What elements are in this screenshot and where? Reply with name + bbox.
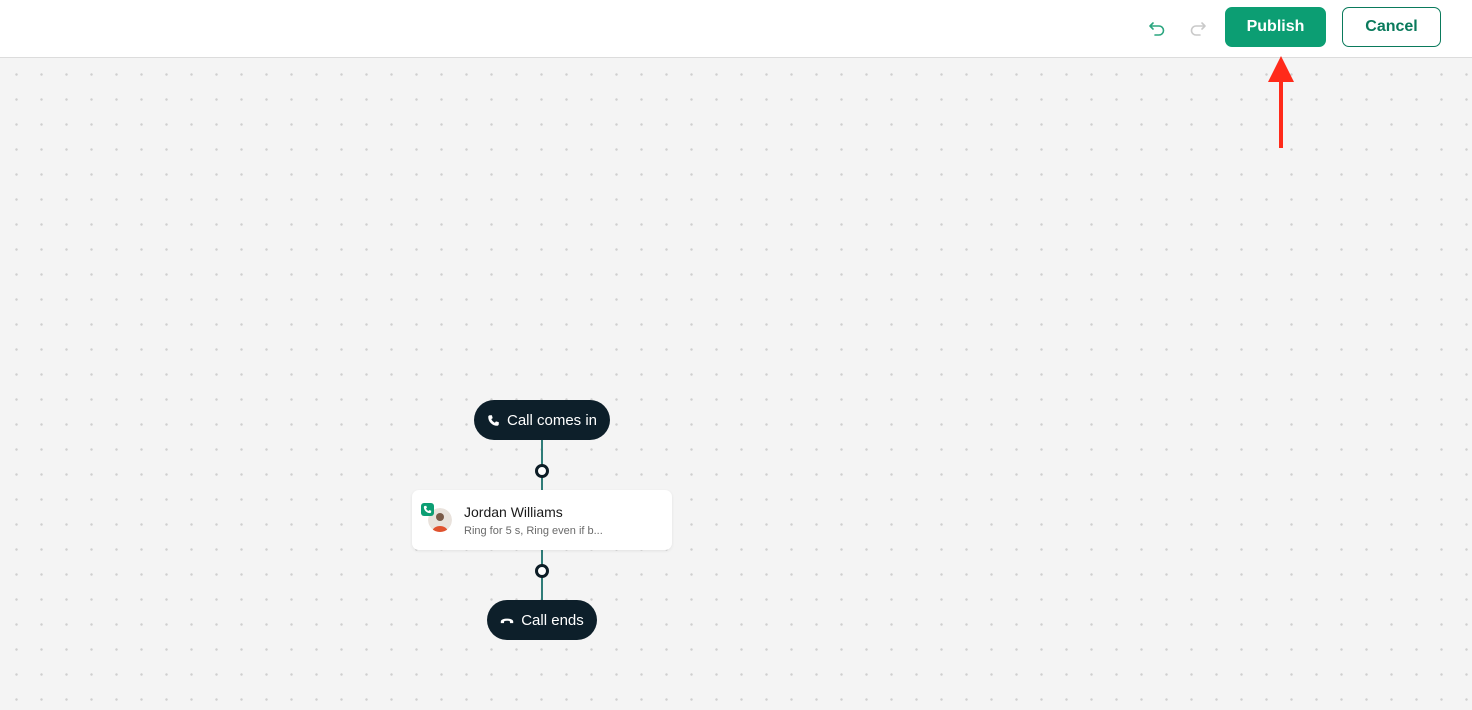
redo-button[interactable] xyxy=(1186,16,1210,40)
cancel-button[interactable]: Cancel xyxy=(1342,7,1441,47)
node-label: Call ends xyxy=(521,611,584,629)
add-step-connector[interactable] xyxy=(535,564,549,578)
call-ends-node[interactable]: Call ends xyxy=(487,600,597,640)
phone-icon xyxy=(423,505,432,514)
step-title: Jordan Williams xyxy=(464,504,563,520)
publish-button[interactable]: Publish xyxy=(1225,7,1326,47)
ring-step-card[interactable]: Jordan Williams Ring for 5 s, Ring even … xyxy=(412,490,672,550)
call-comes-in-node[interactable]: Call comes in xyxy=(474,400,610,440)
step-subtitle: Ring for 5 s, Ring even if b... xyxy=(464,525,603,537)
flow-canvas[interactable] xyxy=(0,58,1472,710)
red-arrow-icon xyxy=(1268,56,1294,148)
hang-up-icon xyxy=(500,618,514,624)
node-label: Call comes in xyxy=(506,411,598,429)
undo-icon xyxy=(1149,22,1165,36)
redo-icon xyxy=(1190,22,1206,36)
phone-badge xyxy=(421,503,434,516)
phone-icon xyxy=(488,414,499,426)
undo-button[interactable] xyxy=(1145,16,1169,40)
add-step-connector[interactable] xyxy=(535,464,549,478)
top-toolbar: Publish Cancel xyxy=(0,0,1472,58)
